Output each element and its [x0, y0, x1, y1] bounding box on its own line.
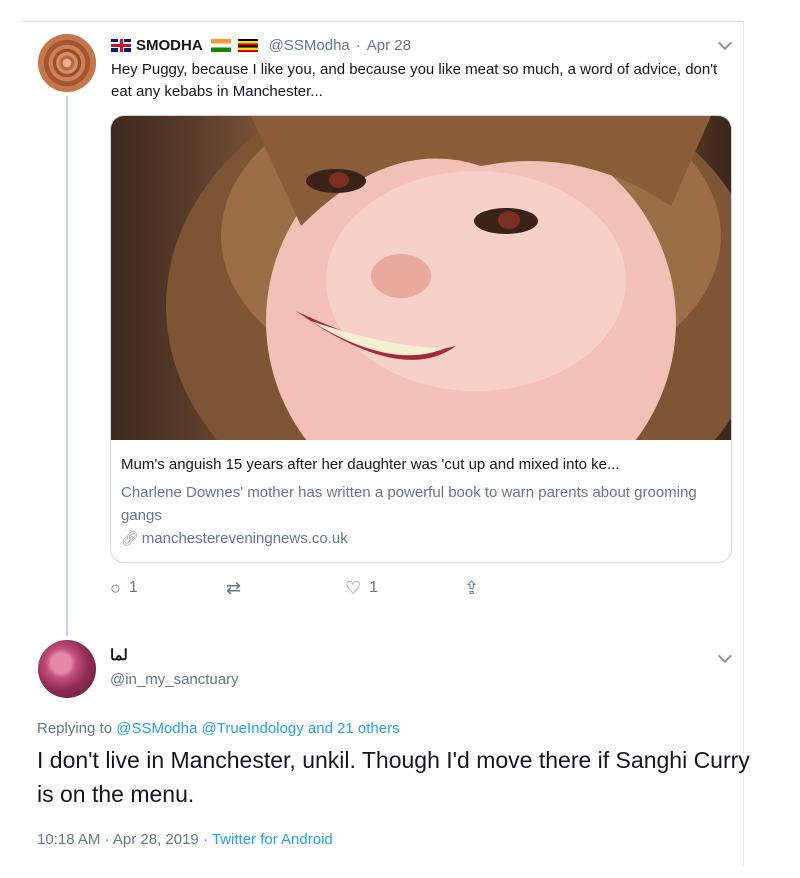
- tweet-source[interactable]: Twitter for Android: [212, 831, 333, 848]
- replying-prefix: Replying to: [37, 720, 113, 737]
- uk-flag-icon: [111, 38, 131, 52]
- retweet-icon: ⇄: [226, 578, 242, 598]
- link-icon: 🔗︎: [121, 530, 139, 546]
- share-icon: ⇪: [464, 578, 480, 598]
- reply-action[interactable]: ○ 1: [110, 576, 138, 600]
- display-name[interactable]: SMODHA: [136, 37, 203, 54]
- user-handle[interactable]: @SSModha: [269, 37, 350, 54]
- replying-users-link[interactable]: @SSModha @TrueIndology and 21 others: [116, 720, 399, 737]
- tweet-meta: 10:18 AM · Apr 28, 2019 · Twitter for An…: [37, 831, 333, 848]
- tweet-text: I don't live in Manchester, unkil. Thoug…: [37, 747, 750, 807]
- reply-icon: ○: [110, 578, 121, 598]
- replying-to: Replying to @SSModha @TrueIndology and 2…: [37, 720, 400, 737]
- card-image: [111, 116, 731, 440]
- uganda-flag-icon: [237, 38, 258, 52]
- link-card[interactable]: Mum's anguish 15 years after her daughte…: [110, 115, 732, 563]
- tweet-text: Hey Puggy, because I like you, and becau…: [111, 61, 718, 100]
- display-name[interactable]: لما: [110, 646, 128, 664]
- top-divider: [22, 21, 744, 22]
- like-action[interactable]: ♡ 1: [345, 576, 378, 600]
- card-domain-text: manchestereveningnews.co.uk: [141, 530, 348, 547]
- retweet-action[interactable]: ⇄: [226, 576, 249, 600]
- heart-icon: ♡: [345, 578, 362, 598]
- chevron-down-icon[interactable]: [717, 35, 733, 51]
- avatar[interactable]: [38, 640, 96, 698]
- reply-count: 1: [128, 579, 138, 596]
- card-title[interactable]: Mum's anguish 15 years after her daughte…: [121, 456, 726, 473]
- avatar[interactable]: [38, 34, 96, 92]
- india-flag-icon: [210, 38, 231, 52]
- separator-dot: ·: [355, 36, 361, 54]
- tweet-header: SMODHA @SSModha · Apr 28: [111, 35, 411, 55]
- thread-connector: [66, 96, 68, 636]
- user-handle[interactable]: @in_my_sanctuary: [110, 671, 239, 688]
- like-count: 1: [369, 579, 379, 596]
- share-action[interactable]: ⇪: [464, 576, 487, 600]
- card-description: Charlene Downes' mother has written a po…: [121, 484, 697, 524]
- card-domain[interactable]: 🔗︎ manchestereveningnews.co.uk: [121, 530, 348, 547]
- tweet-date[interactable]: Apr 28: [367, 37, 411, 54]
- chevron-down-icon[interactable]: [717, 648, 733, 664]
- right-divider: [743, 21, 744, 866]
- tweet-timestamp[interactable]: 10:18 AM · Apr 28, 2019 ·: [37, 831, 208, 848]
